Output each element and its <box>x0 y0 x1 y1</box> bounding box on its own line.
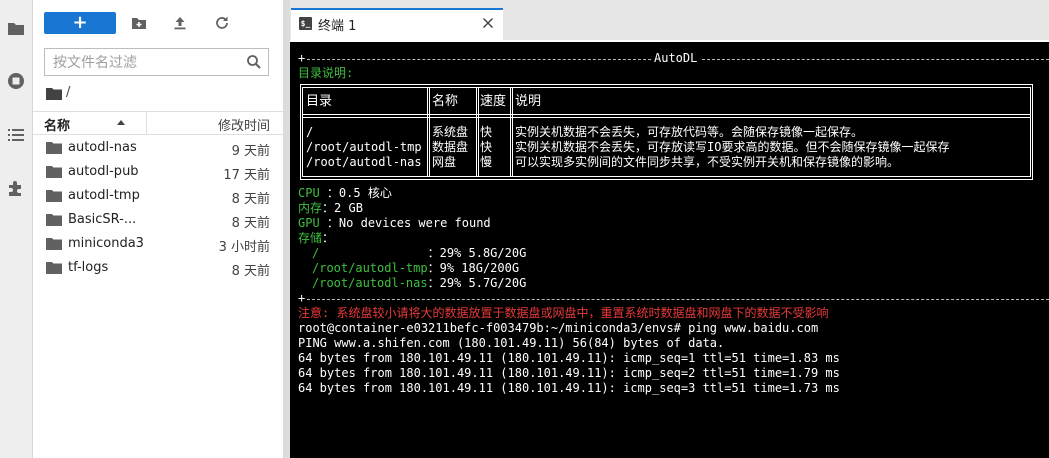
tab-terminal[interactable]: $_ 终端 1 <box>291 8 503 40</box>
table-cell-desc: 可以实现多实例间的文件同步共享，不受实例开关机和保存镜像的影响。 <box>515 155 900 169</box>
dir-table: 目录 名称 速度 说明 / 系统盘 快 实例关机数据不会丢失，可存放代码等。会随… <box>300 84 1033 180</box>
folder-icon <box>46 190 62 202</box>
upload-icon[interactable] <box>171 14 189 32</box>
column-name-header[interactable]: 名称 <box>44 115 70 134</box>
banner-rule <box>702 59 1049 61</box>
folder-icon <box>46 214 62 226</box>
folder-icon <box>46 166 62 178</box>
table-cell-dir: /root/autodl-tmp <box>306 140 422 154</box>
close-icon[interactable] <box>482 17 494 29</box>
output-line: 64 bytes from 180.101.49.11 (180.101.49.… <box>298 351 840 365</box>
table-header-dir: 目录 <box>306 94 333 109</box>
storage-line: /root/autodl-tmp：9% 18G/200G <box>312 261 520 275</box>
table-cell-speed: 慢 <box>480 155 493 169</box>
panel-splitter[interactable] <box>283 0 290 458</box>
file-browser-toolbar: + <box>33 0 283 44</box>
folder-icon[interactable] <box>6 19 26 39</box>
filter-input[interactable] <box>45 49 245 77</box>
folder-icon <box>46 142 62 154</box>
breadcrumb-path[interactable]: / <box>66 85 70 100</box>
file-name: autodl-pub <box>68 164 139 179</box>
file-row[interactable]: autodl-tmp 8 天前 <box>33 184 283 208</box>
file-row[interactable]: BasicSR-... 8 天前 <box>33 208 283 232</box>
refresh-icon[interactable] <box>213 14 231 32</box>
commands-icon[interactable] <box>6 125 26 145</box>
table-cell-desc: 实例关机数据不会丢失，可存放读写IO要求高的数据。但不会随保存镜像一起保存 <box>515 140 950 154</box>
tab-label: 终端 1 <box>318 19 357 34</box>
tab-bar: $_ 终端 1 <box>290 0 1049 40</box>
table-cell-dir: /root/autodl-nas <box>306 155 422 169</box>
table-cell-speed: 快 <box>480 140 493 154</box>
output-line: PING www.a.shifen.com (180.101.49.11) 56… <box>298 336 725 350</box>
column-modified-header[interactable]: 修改时间 <box>218 115 270 134</box>
dir-heading: 目录说明: <box>298 66 354 80</box>
file-row[interactable]: miniconda3 3 小时前 <box>33 232 283 256</box>
info-line: CPU ：0.5 核心 <box>298 186 392 200</box>
file-row[interactable]: autodl-nas 9 天前 <box>33 136 283 160</box>
file-modified: 8 天前 <box>231 192 270 207</box>
folder-icon <box>46 238 62 250</box>
storage-line: / ：29% 5.8G/20G <box>312 246 527 260</box>
table-cell-desc: 实例关机数据不会丢失，可存放代码等。会随保存镜像一起保存。 <box>515 125 864 139</box>
file-modified: 8 天前 <box>231 216 270 231</box>
file-browser: + / 名称 修改时间 autodl-nas 9 天前 autodl-pub 1 <box>33 0 283 458</box>
table-cell-name: 数据盘 <box>432 140 469 154</box>
output-line: 64 bytes from 180.101.49.11 (180.101.49.… <box>298 381 840 395</box>
banner-plus-left: + <box>298 291 306 305</box>
warning-line: 注意: 系统盘较小请将大的数据放置于数据盘或网盘中，重置系统时数据盘和网盘下的数… <box>298 306 829 320</box>
banner-plus-left: + <box>298 51 306 65</box>
file-row[interactable]: tf-logs 8 天前 <box>33 256 283 280</box>
info-line: 内存：2 GB <box>298 201 363 215</box>
storage-line: /root/autodl-nas：29% 5.7G/20G <box>312 276 527 290</box>
column-divider[interactable] <box>146 112 147 134</box>
info-line: 存储： <box>298 231 335 245</box>
table-cell-dir: / <box>306 125 314 139</box>
running-icon[interactable] <box>6 71 26 91</box>
banner-rule <box>307 59 651 61</box>
filter-box <box>44 48 269 77</box>
file-name: BasicSR-... <box>68 212 137 227</box>
table-cell-name: 系统盘 <box>432 125 469 139</box>
file-modified: 9 天前 <box>231 144 270 159</box>
output-line: root@container-e03211befc-f003479b:~/min… <box>298 321 819 335</box>
banner-rule <box>307 299 1049 301</box>
table-header-desc: 说明 <box>515 94 542 109</box>
banner-title: AutoDL <box>654 51 698 65</box>
folder-icon <box>46 88 62 100</box>
table-header-name: 名称 <box>432 94 459 109</box>
search-icon[interactable] <box>246 54 262 70</box>
extensions-icon[interactable] <box>6 178 26 198</box>
activity-bar <box>0 0 33 458</box>
terminal[interactable]: + AutoDL 目录说明: 目录 名称 速度 说明 / 系统盘 快 实例关机数… <box>290 40 1049 458</box>
terminal-icon: $_ <box>299 17 312 30</box>
info-line: GPU ：No devices were found <box>298 216 491 230</box>
file-name: tf-logs <box>68 260 109 275</box>
table-cell-speed: 快 <box>480 125 493 139</box>
file-modified: 8 天前 <box>231 264 270 279</box>
file-modified: 17 天前 <box>223 168 270 183</box>
file-row[interactable]: autodl-pub 17 天前 <box>33 160 283 184</box>
output-line: 64 bytes from 180.101.49.11 (180.101.49.… <box>298 366 840 380</box>
sort-ascending-icon <box>117 120 125 125</box>
table-cell-name: 网盘 <box>432 155 457 169</box>
file-name: miniconda3 <box>68 236 144 251</box>
table-header-speed: 速度 <box>480 94 507 109</box>
new-folder-icon[interactable] <box>130 14 148 32</box>
file-name: autodl-tmp <box>68 188 140 203</box>
folder-icon <box>46 262 62 274</box>
file-name: autodl-nas <box>68 140 137 155</box>
file-list-header: 名称 修改时间 <box>33 111 283 135</box>
file-modified: 3 小时前 <box>218 240 270 255</box>
new-launcher-button[interactable]: + <box>44 12 116 34</box>
